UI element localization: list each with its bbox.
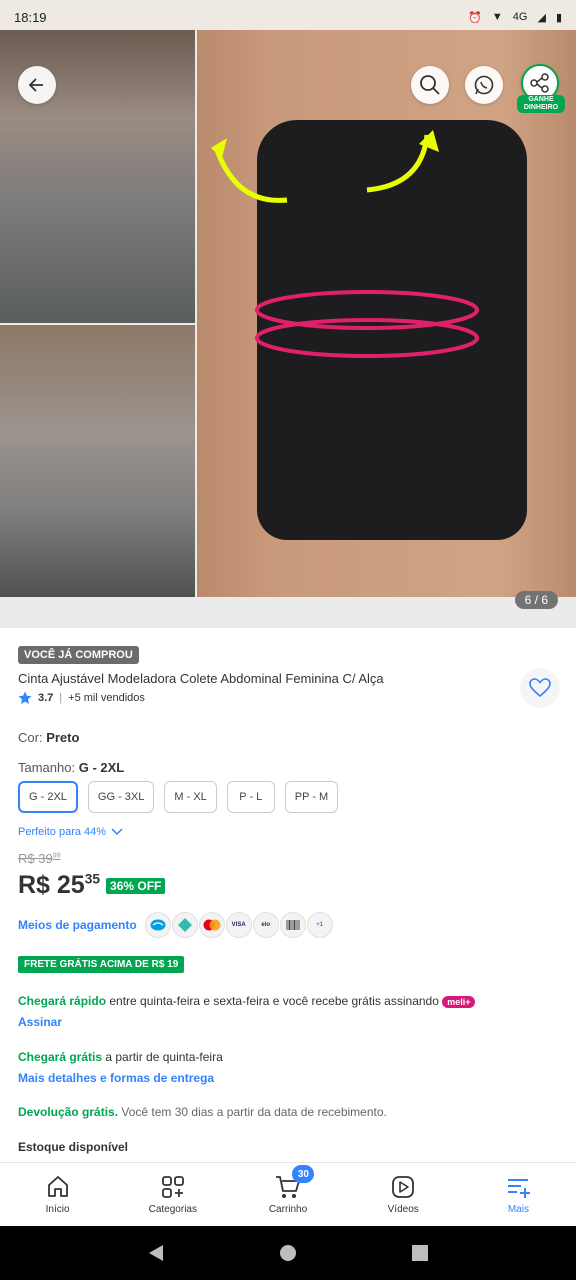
arrow-left-icon <box>28 78 43 92</box>
fit-arrows-illustration <box>211 130 479 358</box>
status-time: 18:19 <box>14 9 47 25</box>
current-price-cents: 35 <box>84 871 101 887</box>
back-button[interactable] <box>18 66 56 104</box>
whatsapp-icon <box>474 75 494 95</box>
rating-value: 3.7 <box>38 692 54 704</box>
elo-icon: elo <box>252 912 279 938</box>
star-icon <box>18 691 32 704</box>
fast-delivery-highlight: Chegará rápido <box>18 994 107 1008</box>
free-delivery-highlight: Chegará grátis <box>18 1050 103 1064</box>
original-price: R$ 3999 <box>18 851 61 866</box>
gallery-footer <box>0 597 576 628</box>
free-return-detail: Você tem 30 dias a partir da data de rec… <box>118 1105 387 1119</box>
product-title: Cinta Ajustável Modeladora Colete Abdomi… <box>18 671 384 686</box>
cart-count-badge: 30 <box>292 1165 315 1183</box>
nav-videos-label: Vídeos <box>387 1204 419 1215</box>
home-icon <box>47 1176 68 1197</box>
size-option-pp-m[interactable]: PP - M <box>284 781 339 813</box>
share-icon <box>530 73 549 93</box>
free-shipping-badge: FRETE GRÁTIS ACIMA DE R$ 19 <box>18 956 185 973</box>
search-icon <box>420 75 440 95</box>
discount-badge: 36% OFF <box>106 877 166 894</box>
favorite-button[interactable] <box>520 668 560 708</box>
mercado-pago-icon <box>144 912 171 938</box>
wifi-icon: ▼ <box>491 11 503 23</box>
size-value: G - 2XL <box>78 760 125 775</box>
payment-methods-link[interactable]: Meios de pagamento <box>18 918 137 932</box>
nav-home[interactable]: Início <box>0 1163 115 1226</box>
payment-methods-row[interactable]: Meios de pagamento VISA elo +1 <box>18 912 333 938</box>
nav-cart[interactable]: 30 Carrinho <box>230 1163 345 1226</box>
more-payments-icon: +1 <box>306 912 333 938</box>
free-return-text: Devolução grátis. Você tem 30 dias a par… <box>18 1105 387 1119</box>
whatsapp-share-button[interactable] <box>465 66 503 104</box>
payment-icons: VISA elo +1 <box>144 912 333 938</box>
after-photo-bottom <box>0 325 195 597</box>
menu-plus-icon <box>508 1179 531 1198</box>
nav-categories-label: Categorias <box>148 1204 197 1215</box>
categories-icon <box>161 1176 184 1198</box>
rating-separator: | <box>59 692 63 704</box>
subscribe-link[interactable]: Assinar <box>18 1015 62 1029</box>
free-delivery-text: Chegará grátis a partir de quinta-feira <box>18 1050 223 1064</box>
already-bought-badge: VOCÊ JÁ COMPROU <box>18 646 139 664</box>
rating-row[interactable]: 3.7 | +5 mil vendidos <box>18 691 145 705</box>
nav-cart-label: Carrinho <box>268 1204 308 1215</box>
size-option-gg-3xl[interactable]: GG - 3XL <box>87 781 155 813</box>
heart-icon <box>529 678 551 698</box>
nav-more-label: Mais <box>507 1204 529 1215</box>
system-home-icon[interactable] <box>279 1244 297 1262</box>
original-price-cents: 99 <box>52 851 61 860</box>
earn-money-badge: GANHE DINHEIRO <box>517 95 565 113</box>
mastercard-icon <box>198 912 225 938</box>
status-icons: ⏰ ▼ 4G ◢ ▮ <box>468 11 562 24</box>
nav-home-label: Início <box>45 1204 70 1215</box>
sold-count: +5 mil vendidos <box>68 692 145 704</box>
perfect-fit-dropdown[interactable]: Perfeito para 44% <box>18 826 123 838</box>
bottom-navigation: Início Categorias 30 Carrinho Vídeos Mai… <box>0 1162 576 1226</box>
signal-icon: ◢ <box>537 11 546 24</box>
meli-plus-badge: meli+ <box>442 995 476 1008</box>
system-back-icon[interactable] <box>147 1244 165 1262</box>
current-price-int: R$ 25 <box>18 871 85 899</box>
video-icon <box>392 1176 415 1198</box>
size-row: Tamanho: G - 2XL <box>18 760 124 775</box>
system-navigation-bar <box>0 1226 576 1280</box>
original-price-int: R$ 39 <box>18 851 53 866</box>
color-label: Cor: <box>18 730 43 745</box>
current-price: R$ 2535 <box>18 871 100 900</box>
nav-videos[interactable]: Vídeos <box>346 1163 461 1226</box>
nav-categories[interactable]: Categorias <box>115 1163 230 1226</box>
pix-icon <box>171 912 198 938</box>
nav-more[interactable]: Mais <box>461 1163 576 1226</box>
free-return-highlight: Devolução grátis. <box>18 1105 119 1119</box>
stock-status: Estoque disponível <box>18 1140 129 1154</box>
boleto-icon <box>279 912 306 938</box>
status-bar: 18:19 ⏰ ▼ 4G ◢ ▮ <box>0 0 576 34</box>
size-label: Tamanho: <box>18 760 76 775</box>
price-row: R$ 2535 36% OFF <box>18 871 166 900</box>
perfect-fit-label: Perfeito para 44% <box>18 826 107 838</box>
size-options: G - 2XL GG - 3XL M - XL P - L PP - M <box>18 781 339 813</box>
color-value: Preto <box>46 730 80 745</box>
alarm-icon: ⏰ <box>468 11 482 24</box>
visa-icon: VISA <box>225 912 252 938</box>
delivery-details-link[interactable]: Mais detalhes e formas de entrega <box>18 1071 214 1085</box>
photo-counter: 6 / 6 <box>514 591 558 609</box>
battery-icon: ▮ <box>555 11 562 24</box>
network-label: 4G <box>512 11 528 23</box>
fast-delivery-text: Chegará rápido entre quinta-feira e sext… <box>18 994 476 1008</box>
system-recents-icon[interactable] <box>411 1244 429 1262</box>
product-photo-main <box>197 30 576 597</box>
free-delivery-detail: a partir de quinta-feira <box>102 1050 223 1064</box>
fast-delivery-detail: entre quinta-feira e sexta-feira e você … <box>106 994 443 1008</box>
chevron-down-icon <box>111 828 123 836</box>
size-option-p-l[interactable]: P - L <box>226 781 275 813</box>
size-option-g-2xl[interactable]: G - 2XL <box>18 781 78 813</box>
color-row: Cor: Preto <box>18 730 79 745</box>
size-option-m-xl[interactable]: M - XL <box>164 781 217 813</box>
search-button[interactable] <box>411 66 449 104</box>
